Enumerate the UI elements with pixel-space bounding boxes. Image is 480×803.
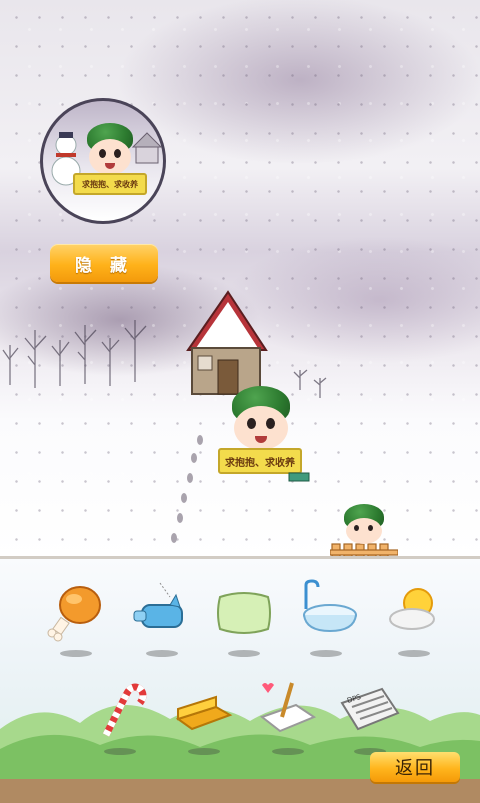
game-scene: 求抱抱、求收养 隐 藏 求抱抱、求收养 <box>0 0 480 560</box>
item-sun-cloud[interactable] <box>382 579 446 659</box>
sun-cloud-icon <box>389 588 435 630</box>
soap-bar-icon <box>175 695 233 731</box>
bathtub-icon <box>303 579 357 633</box>
pet-face <box>346 518 382 544</box>
house-icon <box>186 290 268 395</box>
hide-button[interactable]: 隐 藏 <box>50 244 158 282</box>
pet-avatar[interactable]: 求抱抱、求收养 <box>40 98 166 224</box>
pillow-icon <box>217 592 271 634</box>
item-candy-cane[interactable] <box>88 677 152 757</box>
item-notepad[interactable] <box>256 677 320 757</box>
notepad-icon <box>259 682 317 733</box>
toy-pig-icon <box>133 582 183 628</box>
chicken-leg-icon <box>47 586 101 642</box>
fenced-pet[interactable] <box>340 504 388 544</box>
pet-face <box>89 139 131 175</box>
item-newspaper[interactable]: DPS <box>338 677 402 757</box>
item-soap-bar[interactable] <box>172 677 236 757</box>
tag-icon <box>288 472 310 482</box>
green-hills <box>0 704 480 803</box>
item-toy-pig[interactable] <box>130 579 194 659</box>
candy-cane-icon <box>102 683 147 737</box>
adopt-sign: 求抱抱、求收养 <box>218 448 302 474</box>
adopt-sign: 求抱抱、求收养 <box>73 173 147 195</box>
item-bathtub[interactable] <box>294 579 358 659</box>
back-button[interactable]: 返回 <box>370 752 460 782</box>
item-pillow[interactable] <box>212 579 276 659</box>
pet-character[interactable]: 求抱抱、求收养 <box>218 386 314 486</box>
item-chicken-leg[interactable] <box>44 579 108 659</box>
footprints <box>171 435 203 543</box>
newspaper-icon: DPS <box>340 687 400 731</box>
pet-face <box>234 406 288 450</box>
